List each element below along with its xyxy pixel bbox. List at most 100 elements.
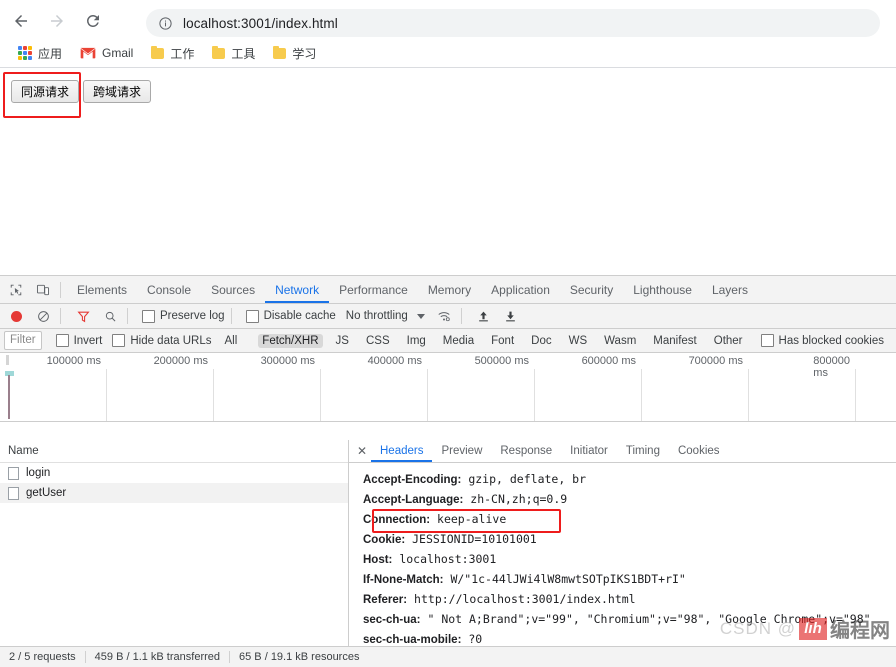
filter-type-all[interactable]: All	[221, 334, 242, 348]
timeline-tick-label: 100000 ms	[46, 355, 101, 367]
browser-chrome: localhost:3001/index.html 应用 Gmail 工作 工具…	[0, 0, 896, 68]
reload-button[interactable]	[78, 6, 108, 36]
filter-type-media[interactable]: Media	[439, 334, 478, 348]
bookmark-folder-study[interactable]: 学习	[269, 43, 320, 64]
bookmark-folder-work[interactable]: 工作	[147, 43, 198, 64]
throttling-select[interactable]: No throttling	[346, 310, 408, 322]
record-button[interactable]	[5, 305, 27, 327]
preserve-log-checkbox[interactable]: Preserve log	[142, 309, 225, 323]
filter-type-fetch-xhr[interactable]: Fetch/XHR	[258, 333, 323, 348]
timeline-gridline	[855, 369, 856, 421]
bookmark-label: Gmail	[102, 46, 134, 60]
tab-layers[interactable]: Layers	[702, 277, 758, 303]
filter-type-manifest[interactable]: Manifest	[649, 334, 700, 348]
filter-type-wasm[interactable]: Wasm	[600, 334, 640, 348]
timeline-gridline	[748, 369, 749, 421]
network-timeline-overview[interactable]: 100000 ms 200000 ms 300000 ms 400000 ms …	[0, 353, 896, 422]
timeline-gridline	[213, 369, 214, 421]
inspect-element-icon[interactable]	[5, 279, 27, 301]
filter-input[interactable]: Filter	[4, 331, 42, 350]
header-value: http://localhost:3001/index.html	[414, 592, 636, 606]
tab-sources[interactable]: Sources	[201, 277, 265, 303]
hide-data-urls-checkbox[interactable]: Hide data URLs	[112, 334, 212, 347]
header-value: localhost:3001	[399, 552, 497, 566]
preserve-log-label: Preserve log	[160, 310, 225, 322]
header-value: ?0	[468, 632, 483, 646]
header-name: Connection:	[363, 514, 431, 526]
header-value: gzip, deflate, br	[468, 472, 587, 486]
reload-arrow-icon	[86, 14, 99, 27]
table-row[interactable]: getUser	[0, 483, 348, 503]
network-conditions-button[interactable]	[433, 305, 455, 327]
screenshot-root: localhost:3001/index.html 应用 Gmail 工作 工具…	[0, 0, 896, 667]
detail-tab-initiator[interactable]: Initiator	[561, 441, 617, 462]
header-row: Host: localhost:3001	[363, 549, 896, 569]
import-har-button[interactable]	[473, 305, 495, 327]
filter-type-doc[interactable]: Doc	[527, 334, 555, 348]
invert-checkbox[interactable]: Invert	[55, 334, 102, 347]
search-button[interactable]	[99, 305, 121, 327]
timeline-gridline	[106, 369, 107, 421]
table-row[interactable]: login	[0, 463, 348, 483]
funnel-icon	[76, 311, 90, 322]
forward-button[interactable]	[42, 6, 72, 36]
detail-tab-cookies[interactable]: Cookies	[669, 441, 729, 462]
bookmark-folder-tools[interactable]: 工具	[208, 43, 259, 64]
wifi-settings-icon	[438, 312, 450, 322]
filter-type-img[interactable]: Img	[403, 334, 430, 348]
filter-type-js[interactable]: JS	[332, 334, 353, 348]
filter-type-other[interactable]: Other	[710, 334, 747, 348]
folder-icon	[212, 45, 226, 59]
has-blocked-cookies-checkbox[interactable]: Has blocked cookies	[760, 334, 884, 347]
bookmark-apps[interactable]: 应用	[14, 43, 66, 64]
back-arrow-icon	[15, 15, 27, 27]
request-list-panel: Name login getUser	[0, 440, 349, 646]
tab-security[interactable]: Security	[560, 277, 623, 303]
filter-type-ws[interactable]: WS	[565, 334, 592, 348]
address-bar[interactable]: localhost:3001/index.html	[146, 9, 880, 37]
device-toolbar-icon[interactable]	[32, 279, 54, 301]
detail-tab-headers[interactable]: Headers	[371, 441, 432, 462]
network-controls-row: Preserve log Disable cache No throttling	[0, 304, 896, 329]
tab-memory[interactable]: Memory	[418, 277, 481, 303]
bookmark-gmail[interactable]: Gmail	[76, 44, 137, 62]
request-name: getUser	[26, 487, 67, 499]
detail-tab-timing[interactable]: Timing	[617, 441, 669, 462]
same-origin-request-button[interactable]: 同源请求	[11, 80, 80, 103]
cross-origin-request-button[interactable]: 跨域请求	[83, 80, 152, 103]
tab-lighthouse[interactable]: Lighthouse	[623, 277, 702, 303]
header-value: W/"1c-44lJWi4lW8mwtSOTpIKS1BDT+rI"	[450, 572, 686, 586]
tab-performance[interactable]: Performance	[329, 277, 418, 303]
filter-toggle-button[interactable]	[72, 305, 94, 327]
detail-tab-preview[interactable]: Preview	[432, 441, 491, 462]
detail-tabbar: ✕ Headers Preview Response Initiator Tim…	[349, 440, 896, 463]
header-value: keep-alive	[437, 512, 507, 526]
tab-console[interactable]: Console	[137, 277, 201, 303]
header-row-cookie: Cookie: JESSIONID=10101001	[363, 529, 896, 549]
header-name: sec-ch-ua:	[363, 614, 421, 626]
toolbar-divider	[60, 281, 61, 298]
checkbox-box	[112, 334, 126, 347]
filter-type-font[interactable]: Font	[487, 334, 518, 348]
forward-arrow-icon	[51, 15, 63, 27]
close-icon[interactable]: ✕	[353, 440, 371, 462]
network-status-bar: 2 / 5 requests 459 B / 1.1 kB transferre…	[0, 646, 896, 667]
disable-cache-checkbox[interactable]: Disable cache	[245, 309, 336, 323]
filter-type-css[interactable]: CSS	[362, 334, 394, 348]
timeline-tick-label: 500000 ms	[474, 355, 529, 367]
tab-network[interactable]: Network	[265, 277, 329, 303]
checkbox-box	[142, 309, 155, 323]
info-circle-icon	[158, 16, 173, 31]
detail-tab-response[interactable]: Response	[491, 441, 561, 462]
export-har-button[interactable]	[500, 305, 522, 327]
clear-no-entry-icon	[37, 310, 49, 322]
tab-application[interactable]: Application	[481, 277, 560, 303]
chevron-down-icon[interactable]	[416, 313, 425, 319]
back-button[interactable]	[6, 6, 36, 36]
devtools-panel: Elements Console Sources Network Perform…	[0, 275, 896, 667]
clear-button[interactable]	[32, 305, 54, 327]
timeline-gridline	[427, 369, 428, 421]
tab-elements[interactable]: Elements	[67, 277, 137, 303]
status-transferred: 459 B / 1.1 kB transferred	[94, 651, 221, 663]
folder-icon	[273, 45, 287, 59]
